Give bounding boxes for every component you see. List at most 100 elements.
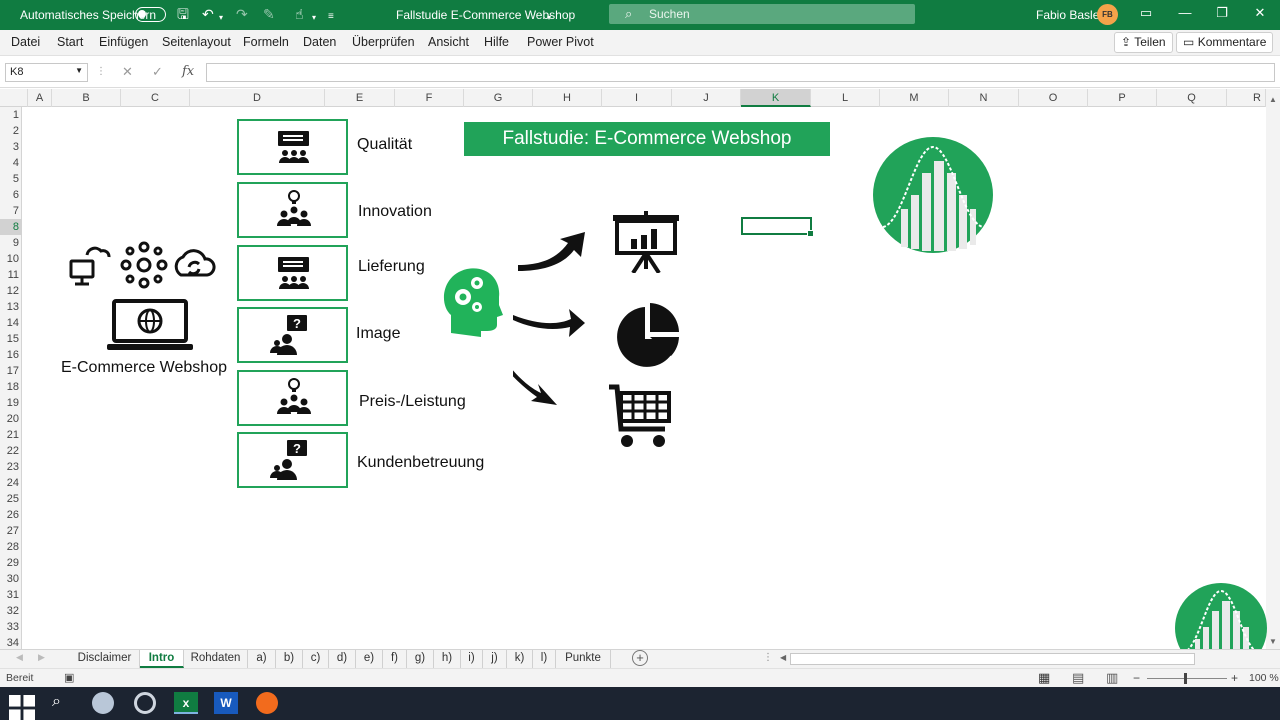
- minimize-icon[interactable]: —: [1175, 5, 1195, 20]
- title-dropdown-icon[interactable]: ▾: [547, 10, 551, 26]
- row-header[interactable]: 32: [0, 603, 22, 619]
- column-header[interactable]: R: [1227, 89, 1266, 107]
- scroll-thumb[interactable]: [790, 653, 1195, 665]
- insert-function-button[interactable]: fx: [182, 64, 194, 79]
- row-header[interactable]: 21: [0, 427, 22, 443]
- menu-daten[interactable]: Daten: [303, 35, 336, 49]
- column-header[interactable]: N: [949, 89, 1019, 107]
- selected-cell-k8[interactable]: [741, 217, 814, 237]
- column-header[interactable]: M: [880, 89, 949, 107]
- tab-scroll-right-icon[interactable]: ▶: [38, 652, 45, 663]
- search-box[interactable]: ⌕ Suchen: [609, 4, 915, 24]
- zoom-level[interactable]: 100 %: [1249, 672, 1279, 684]
- category-box-quality[interactable]: [237, 119, 348, 175]
- tab-scroll-left-icon[interactable]: ◀: [16, 652, 23, 663]
- row-header[interactable]: 29: [0, 555, 22, 571]
- row-header[interactable]: 31: [0, 587, 22, 603]
- row-header[interactable]: 14: [0, 315, 22, 331]
- row-header[interactable]: 24: [0, 475, 22, 491]
- column-header[interactable]: J: [672, 89, 741, 107]
- menu-hilfe[interactable]: Hilfe: [484, 35, 509, 49]
- case-study-banner[interactable]: Fallstudie: E-Commerce Webshop: [464, 122, 830, 156]
- formula-input[interactable]: [206, 63, 1275, 82]
- row-header[interactable]: 4: [0, 155, 22, 171]
- vertical-scrollbar[interactable]: ▲ ▼: [1266, 89, 1280, 649]
- worksheet-grid[interactable]: E-Commerce Webshop Qualität Innovation L…: [23, 107, 1266, 649]
- accessibility-icon[interactable]: ▣: [64, 671, 74, 684]
- category-box-innovation[interactable]: [237, 182, 348, 238]
- customize-qat-icon[interactable]: ≡: [328, 9, 334, 25]
- row-header-selected[interactable]: 8: [0, 219, 22, 235]
- row-header[interactable]: 9: [0, 235, 22, 251]
- row-header[interactable]: 2: [0, 123, 22, 139]
- category-box-delivery[interactable]: [237, 245, 348, 301]
- scroll-down-icon[interactable]: ▼: [1269, 637, 1277, 646]
- save-icon[interactable]: 🖫: [177, 6, 189, 22]
- undo-dropdown-icon[interactable]: ▾: [219, 10, 223, 26]
- cancel-entry-icon[interactable]: ✕: [122, 64, 133, 80]
- touch-mode-icon[interactable]: ☝: [295, 6, 304, 22]
- column-header[interactable]: P: [1088, 89, 1157, 107]
- firefox-icon[interactable]: [256, 692, 278, 714]
- scroll-up-icon[interactable]: ▲: [1269, 95, 1277, 104]
- excel-taskbar-icon[interactable]: x: [174, 692, 198, 714]
- zoom-out-icon[interactable]: −: [1133, 671, 1140, 685]
- tab-g[interactable]: g): [407, 650, 434, 668]
- autosave-toggle[interactable]: [135, 7, 166, 22]
- tab-a[interactable]: a): [248, 650, 276, 668]
- tab-rohdaten[interactable]: Rohdaten: [184, 650, 248, 668]
- row-header[interactable]: 25: [0, 491, 22, 507]
- select-all-button[interactable]: [0, 89, 28, 107]
- ribbon-display-icon[interactable]: ▭: [1136, 5, 1156, 21]
- comments-button[interactable]: ▭ Kommentare: [1176, 32, 1274, 53]
- avatar[interactable]: FB: [1097, 4, 1118, 25]
- app-icon[interactable]: [92, 692, 114, 714]
- tab-j[interactable]: j): [483, 650, 507, 668]
- row-header[interactable]: 3: [0, 139, 22, 155]
- row-header[interactable]: 1: [0, 107, 22, 123]
- row-header[interactable]: 15: [0, 331, 22, 347]
- row-header[interactable]: 12: [0, 283, 22, 299]
- column-header[interactable]: D: [190, 89, 325, 107]
- column-header[interactable]: L: [811, 89, 880, 107]
- format-painter-icon[interactable]: ✎: [263, 6, 275, 22]
- tab-f[interactable]: f): [383, 650, 407, 668]
- row-header[interactable]: 10: [0, 251, 22, 267]
- menu-formeln[interactable]: Formeln: [243, 35, 289, 49]
- restore-icon[interactable]: ❐: [1212, 5, 1232, 21]
- name-box[interactable]: K8 ▼: [5, 63, 88, 82]
- word-taskbar-icon[interactable]: W: [214, 692, 238, 714]
- tab-i[interactable]: i): [461, 650, 483, 668]
- row-header[interactable]: 16: [0, 347, 22, 363]
- row-header[interactable]: 13: [0, 299, 22, 315]
- redo-icon[interactable]: ↷: [236, 6, 248, 22]
- column-header[interactable]: E: [325, 89, 395, 107]
- row-header[interactable]: 18: [0, 379, 22, 395]
- tab-h[interactable]: h): [434, 650, 461, 668]
- undo-icon[interactable]: ↶: [202, 6, 214, 22]
- column-header[interactable]: I: [602, 89, 672, 107]
- row-header[interactable]: 23: [0, 459, 22, 475]
- menu-datei[interactable]: Datei: [11, 35, 40, 49]
- menu-ansicht[interactable]: Ansicht: [428, 35, 469, 49]
- menu-einfuegen[interactable]: Einfügen: [99, 35, 148, 49]
- column-header[interactable]: G: [464, 89, 533, 107]
- tab-intro[interactable]: Intro: [140, 650, 184, 668]
- add-sheet-icon[interactable]: +: [632, 650, 648, 666]
- page-break-icon[interactable]: ▥: [1106, 670, 1118, 686]
- menu-start[interactable]: Start: [57, 35, 83, 49]
- column-header[interactable]: F: [395, 89, 464, 107]
- zoom-slider[interactable]: [1147, 678, 1227, 679]
- zoom-slider-thumb[interactable]: [1184, 673, 1187, 684]
- scroll-left-icon[interactable]: ◀: [780, 653, 786, 662]
- tab-k[interactable]: k): [507, 650, 533, 668]
- row-header[interactable]: 17: [0, 363, 22, 379]
- menu-power-pivot[interactable]: Power Pivot: [527, 35, 594, 49]
- row-header[interactable]: 19: [0, 395, 22, 411]
- normal-view-icon[interactable]: ▦: [1038, 670, 1050, 686]
- close-icon[interactable]: ✕: [1250, 5, 1270, 21]
- column-header[interactable]: B: [52, 89, 121, 107]
- column-header[interactable]: H: [533, 89, 602, 107]
- tab-d[interactable]: d): [329, 650, 356, 668]
- column-header-selected[interactable]: K: [741, 89, 811, 107]
